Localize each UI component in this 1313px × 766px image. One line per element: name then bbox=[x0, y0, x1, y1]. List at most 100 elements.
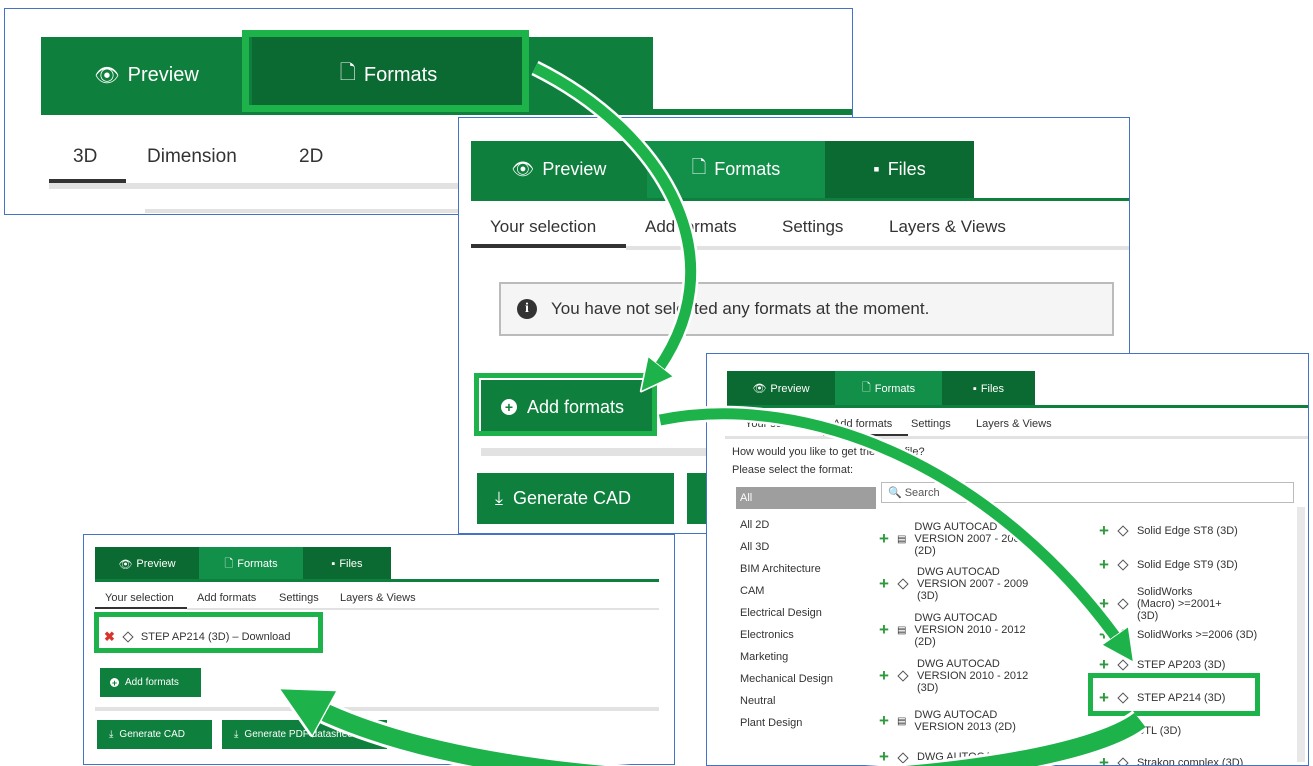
category-item[interactable]: BIM Architecture bbox=[736, 558, 876, 580]
category-item[interactable]: Electronics bbox=[736, 624, 876, 646]
format-option[interactable]: + SolidWorks >=2006 (3D) bbox=[1099, 625, 1257, 645]
format-option[interactable]: + Solid Edge ST9 (3D) bbox=[1099, 555, 1238, 575]
add-formats-button[interactable]: + Add formats bbox=[100, 668, 201, 697]
format-option[interactable]: + ▤ DWG AUTOCAD VERSION 2010 - 2012 (2D) bbox=[879, 612, 1079, 648]
divider bbox=[145, 209, 465, 213]
tab-preview[interactable]: 👁 Preview bbox=[41, 37, 252, 113]
category-item[interactable]: CAM bbox=[736, 580, 876, 602]
eye-icon: 👁 bbox=[118, 558, 133, 571]
add-formats-button[interactable]: + Add formats bbox=[481, 380, 653, 434]
format-option[interactable]: + Solid Edge ST8 (3D) bbox=[1099, 521, 1238, 541]
file-gear-icon: 🗋 bbox=[224, 557, 234, 570]
tab-underline bbox=[41, 109, 852, 115]
plus-circle-icon: + bbox=[110, 677, 119, 688]
selected-format-item: ✖ STEP AP214 (3D) – Download bbox=[104, 629, 291, 645]
tab-formats[interactable]: 🗋 Formats bbox=[252, 37, 525, 113]
category-item[interactable]: Plant Design bbox=[736, 712, 876, 734]
subtab-your-selection[interactable]: Your selection bbox=[745, 418, 833, 430]
tab-files[interactable]: ▪ Files bbox=[303, 547, 391, 581]
plus-icon: + bbox=[1099, 521, 1109, 540]
category-item[interactable]: Neutral bbox=[736, 690, 876, 712]
file-icon: ▪ bbox=[873, 159, 880, 179]
subtab-bar: Your selection Add formats Settings Laye… bbox=[490, 217, 1006, 237]
plus-icon: + bbox=[1099, 753, 1109, 766]
plus-icon: + bbox=[879, 620, 889, 639]
format-option[interactable]: + STEP AP203 (3D) bbox=[1099, 655, 1225, 675]
category-item[interactable]: Mechanical Design bbox=[736, 668, 876, 690]
category-item[interactable]: Electrical Design bbox=[736, 602, 876, 624]
category-list: All All 2D All 3D BIM Architecture CAM E… bbox=[736, 487, 876, 734]
cube-icon bbox=[897, 578, 909, 590]
active-subtab-underline bbox=[471, 244, 626, 248]
category-item[interactable]: All bbox=[736, 487, 876, 509]
format-option[interactable]: + STL (3D) bbox=[1099, 721, 1181, 741]
subtab-2d[interactable]: 2D bbox=[299, 146, 323, 168]
subtab-your-selection[interactable]: Your selection bbox=[105, 592, 197, 604]
search-box[interactable]: 🔍 Search bbox=[881, 482, 1294, 503]
plus-icon: + bbox=[1099, 555, 1109, 574]
format-option[interactable]: + SolidWorks (Macro) >=2001+ (3D) bbox=[1099, 586, 1232, 622]
subtab-bar: 3D Dimension 2D bbox=[73, 146, 323, 168]
tab-preview[interactable]: 👁 Preview bbox=[471, 141, 647, 198]
tab-underline bbox=[471, 198, 1129, 201]
tab-files[interactable]: ▪ Files bbox=[942, 371, 1035, 406]
file-gear-icon: 🗋 bbox=[691, 156, 707, 177]
file-gear-icon: 🗋 bbox=[861, 382, 871, 394]
subtab-bar: Your selection Add formats Settings Laye… bbox=[105, 592, 416, 604]
info-icon: i bbox=[517, 299, 537, 319]
subtab-layers-views[interactable]: Layers & Views bbox=[889, 217, 1006, 237]
tab-files[interactable]: ▪ Files bbox=[825, 141, 974, 198]
generate-pdf-button[interactable]: ⤓ Generate PDF datasheet bbox=[222, 720, 387, 749]
generate-cad-button[interactable]: ⤓ Generate CAD bbox=[97, 720, 212, 749]
download-icon: ⤓ bbox=[109, 729, 114, 740]
drawing-icon: ▤ bbox=[896, 624, 907, 636]
cube-icon bbox=[897, 670, 909, 682]
subtab-add-formats[interactable]: Add formats bbox=[645, 217, 782, 237]
generate-cad-button[interactable]: ⤓ Generate CAD bbox=[477, 473, 674, 524]
format-option[interactable]: + ▤ DWG AUTOCAD VERSION 2013 (2D) bbox=[879, 709, 1079, 733]
file-icon: ▪ bbox=[331, 558, 336, 570]
download-link[interactable]: STEP AP214 (3D) – Download bbox=[141, 631, 291, 643]
cube-icon bbox=[1117, 629, 1129, 641]
format-option[interactable]: + ▤ DWG AUTOCAD VERSION 2007 - 2009 (2D) bbox=[879, 521, 1079, 557]
subtab-layers-views[interactable]: Layers & Views bbox=[340, 592, 416, 604]
tab-formats[interactable]: 🗋 Formats bbox=[647, 141, 825, 198]
plus-icon: + bbox=[1099, 655, 1109, 674]
cube-icon bbox=[897, 752, 909, 764]
cube-icon bbox=[1117, 525, 1129, 537]
subtab-3d[interactable]: 3D bbox=[73, 146, 147, 168]
subtab-add-formats[interactable]: Add formats bbox=[197, 592, 279, 604]
scrollbar[interactable] bbox=[1297, 507, 1305, 762]
subtab-dimension[interactable]: Dimension bbox=[147, 146, 299, 168]
file-gear-icon: 🗋 bbox=[339, 62, 356, 84]
divider bbox=[626, 246, 1129, 250]
subtab-bar: Your selection Add formats Settings Laye… bbox=[745, 418, 1052, 430]
remove-icon[interactable]: ✖ bbox=[104, 629, 115, 645]
tab-preview[interactable]: 👁 Preview bbox=[727, 371, 835, 406]
subtab-add-formats[interactable]: Add formats bbox=[833, 418, 911, 430]
tab-files-hidden[interactable] bbox=[525, 37, 653, 113]
cube-icon bbox=[1117, 692, 1129, 704]
format-option[interactable]: + DWG AUTOCAD VERSION 2010 - 2012 (3D) bbox=[879, 658, 1079, 694]
subtab-settings[interactable]: Settings bbox=[782, 217, 889, 237]
subtab-settings[interactable]: Settings bbox=[911, 418, 976, 430]
cube-icon bbox=[1117, 725, 1129, 737]
plus-icon: + bbox=[1099, 721, 1109, 740]
panel-add-formats: 👁 Preview 🗋 Formats ▪ Files Your selecti… bbox=[706, 353, 1309, 766]
tab-preview[interactable]: 👁 Preview bbox=[95, 547, 199, 581]
tab-formats[interactable]: 🗋 Formats bbox=[835, 371, 942, 406]
subtab-your-selection[interactable]: Your selection bbox=[490, 217, 645, 237]
plus-icon: + bbox=[879, 666, 889, 685]
format-option[interactable]: + Strakon complex (3D) bbox=[1099, 753, 1243, 766]
subtab-settings[interactable]: Settings bbox=[279, 592, 340, 604]
category-item[interactable]: All 3D bbox=[736, 536, 876, 558]
format-option[interactable]: + DWG AUTOCAD bbox=[879, 748, 1079, 765]
download-icon: ⤓ bbox=[495, 488, 503, 508]
tab-formats[interactable]: 🗋 Formats bbox=[199, 547, 303, 581]
category-item[interactable]: Marketing bbox=[736, 646, 876, 668]
category-item[interactable]: All 2D bbox=[736, 514, 876, 536]
format-option[interactable]: + DWG AUTOCAD VERSION 2007 - 2009 (3D) bbox=[879, 566, 1079, 602]
format-option-step-ap214[interactable]: + STEP AP214 (3D) bbox=[1099, 688, 1225, 708]
panel-selection-result: 👁 Preview 🗋 Formats ▪ Files Your selecti… bbox=[83, 534, 675, 765]
subtab-layers-views[interactable]: Layers & Views bbox=[976, 418, 1052, 430]
